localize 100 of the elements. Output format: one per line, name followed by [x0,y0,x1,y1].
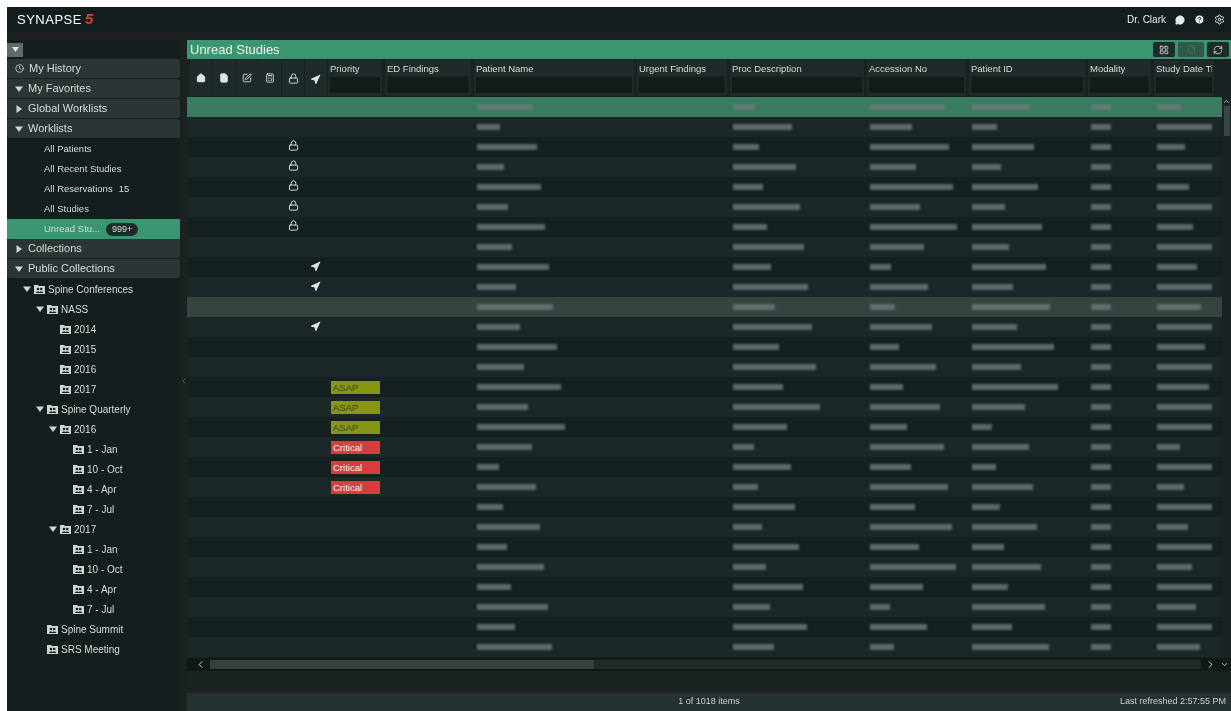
redacted-text [1157,444,1180,450]
sidebar-section[interactable]: My History [7,59,180,78]
table-row[interactable] [187,357,1222,377]
worklist-item[interactable]: All Studies [7,199,180,219]
sidebar-section[interactable]: My Favorites [7,79,180,98]
redacted-text [733,124,792,130]
redacted-text [1157,404,1212,410]
redacted-text [1091,484,1111,490]
tree-item-label[interactable]: Spine Conferences [48,281,134,297]
table-row[interactable] [187,277,1222,297]
tree-item-label[interactable]: 4 - Apr [87,481,117,497]
table-row[interactable] [187,197,1222,217]
caret-down-icon[interactable] [15,124,23,133]
redacted-text [733,604,770,610]
tree-item-label[interactable]: 1 - Jan [87,541,118,557]
sidebar-section[interactable]: Worklists [7,119,180,138]
tree-item-label[interactable]: 2017 [74,521,97,537]
column-header[interactable] [236,60,258,96]
column-header[interactable]: Modality [1088,60,1151,96]
tree-item-label[interactable]: 7 - Jul [87,501,115,517]
user-name[interactable]: Dr. Clark [1127,12,1166,27]
caret-down-icon[interactable] [36,305,44,313]
scroll-down-icon[interactable] [1220,660,1229,669]
column-header[interactable]: Patient Name [474,60,634,96]
column-header[interactable]: Proc Description [730,60,864,96]
tree-item-label[interactable]: Spine Summit [61,621,124,637]
redacted-text [972,284,1013,290]
column-header[interactable] [282,60,304,96]
tree-item-label[interactable]: 4 - Apr [87,581,117,597]
column-header[interactable] [213,60,235,96]
sidebar-section[interactable]: Public Collections [7,259,180,278]
tree-item-label[interactable]: 1 - Jan [87,441,118,457]
tree-item-label[interactable]: Spine Quarterly [61,401,131,417]
caret-down-icon[interactable] [49,525,57,533]
tree-item-label[interactable]: SRS Meeting [61,641,120,657]
column-header[interactable]: Urgent Findings [637,60,727,96]
caret-down-icon[interactable] [36,405,44,413]
column-header[interactable]: Study Date Ti [1154,60,1214,96]
tree-item-label[interactable]: 10 - Oct [87,561,123,577]
collapse-toggle[interactable] [7,42,23,57]
redacted-text [972,324,1017,330]
tree-item-label[interactable]: 2015 [74,341,97,357]
caret-right-icon[interactable] [15,244,23,253]
caret-down-icon[interactable] [23,285,31,293]
caret-right-icon[interactable] [15,104,23,113]
table-row[interactable]: Critical [187,477,1222,497]
worklist-item[interactable]: Unread Stu... 999+ [7,219,180,239]
table-row[interactable] [187,237,1222,257]
table-row[interactable] [187,297,1222,317]
tree-item-label[interactable]: 2016 [74,361,97,377]
scrollbar-thumb[interactable] [210,660,594,669]
help-icon[interactable] [1194,14,1205,25]
column-header[interactable] [259,60,281,96]
column-header[interactable]: ED Findings [385,60,471,96]
columns-button[interactable] [1153,42,1175,57]
user-folder-icon [73,564,84,574]
redacted-text [1157,524,1188,530]
tree-item-label[interactable]: 2016 [74,421,97,437]
user-folder-icon [60,344,71,354]
table-row[interactable] [187,117,1222,137]
tree-item-label[interactable]: 10 - Oct [87,461,123,477]
table-row[interactable] [187,317,1222,337]
redacted-text [972,624,1012,630]
column-header[interactable]: Priority [328,60,382,96]
worklist-item[interactable]: All Patients [7,139,180,159]
caret-down-icon[interactable] [49,425,57,433]
scrollbar-thumb[interactable] [1223,106,1230,136]
table-row[interactable] [187,557,1222,577]
worklist-item[interactable]: All Recent Studies [7,159,180,179]
tree-item-label[interactable]: 7 - Jul [87,601,115,617]
column-header[interactable] [190,60,212,96]
sidebar-section[interactable]: Global Worklists [7,99,180,118]
scroll-up-icon[interactable] [1222,97,1231,106]
redacted-text [870,504,915,510]
worklist-label: All Reservations [44,181,113,196]
tree-item-label[interactable]: 2017 [74,381,97,397]
redacted-text [1091,104,1111,110]
column-header[interactable]: Accession No [867,60,966,96]
chat-icon[interactable] [1175,14,1185,25]
home-icon [196,73,206,83]
table-row[interactable]: Critical [187,437,1222,457]
refresh-button[interactable] [1207,42,1229,57]
table-row[interactable] [187,157,1222,177]
worklist-item[interactable]: All Reservations 15 [7,179,180,199]
user-folder-icon [73,604,84,614]
user-folder-icon [47,624,58,634]
column-header[interactable] [305,60,327,96]
redacted-text [477,104,533,110]
table-row[interactable] [187,517,1222,537]
tree-item-label[interactable]: 2014 [74,321,97,337]
column-header[interactable]: Patient ID [969,60,1085,96]
sidebar-section[interactable]: Collections [7,239,180,258]
tree-item-label[interactable]: NASS [61,301,89,317]
redacted-text [733,384,783,390]
settings-icon[interactable] [1214,14,1225,25]
redacted-text [1091,624,1111,630]
table-row[interactable] [187,597,1222,617]
redacted-text [733,484,758,490]
caret-down-icon[interactable] [15,84,23,93]
caret-down-icon[interactable] [15,264,23,273]
